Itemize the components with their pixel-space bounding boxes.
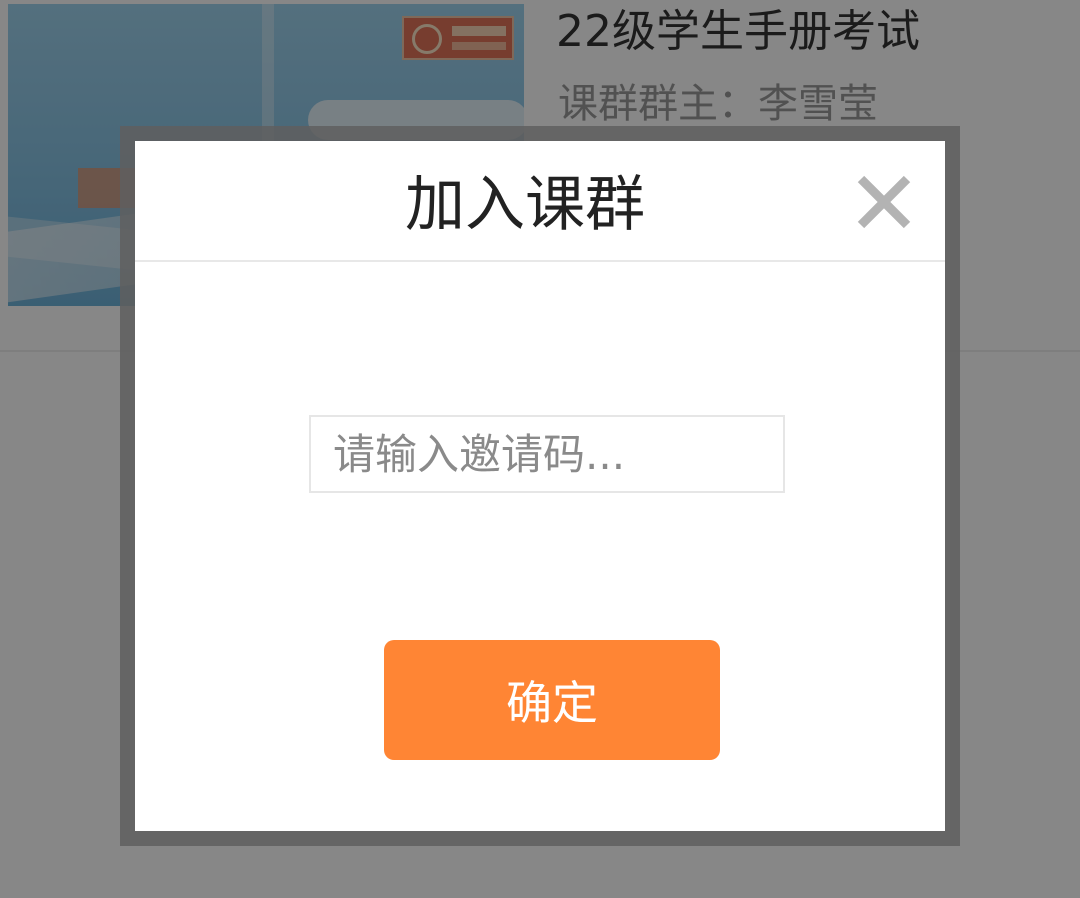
confirm-button[interactable]: 确定: [384, 640, 720, 760]
dialog-title: 加入课群: [405, 170, 645, 240]
join-course-dialog: 加入课群 确定: [135, 141, 945, 831]
dialog-header: 加入课群: [135, 141, 945, 262]
close-button[interactable]: [853, 171, 915, 233]
close-icon: [857, 175, 911, 229]
invite-code-input[interactable]: [309, 415, 785, 493]
